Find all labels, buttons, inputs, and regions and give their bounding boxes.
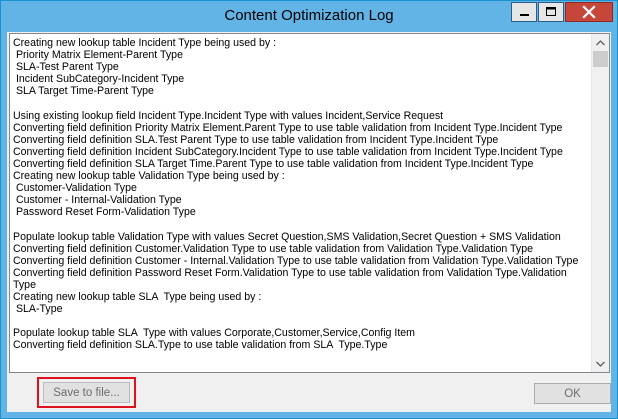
chevron-down-icon xyxy=(596,361,605,367)
log-content: Creating new lookup table Incident Type … xyxy=(13,37,579,352)
chevron-up-icon xyxy=(596,39,605,45)
maximize-button[interactable] xyxy=(538,2,564,22)
dialog-client-area: Creating new lookup table Incident Type … xyxy=(7,32,611,412)
maximize-icon xyxy=(546,7,556,16)
close-button[interactable] xyxy=(565,2,613,22)
scroll-down-button[interactable] xyxy=(592,355,609,372)
scrollbar-thumb[interactable] xyxy=(593,51,608,67)
close-icon xyxy=(582,5,596,19)
vertical-scrollbar[interactable] xyxy=(591,34,609,372)
scroll-up-button[interactable] xyxy=(592,34,609,51)
ok-button[interactable]: OK xyxy=(534,383,611,404)
minimize-icon xyxy=(520,14,529,16)
save-to-file-button[interactable]: Save to file... xyxy=(43,382,130,403)
log-textbox[interactable]: Creating new lookup table Incident Type … xyxy=(9,33,610,373)
content-optimization-log-window: Content Optimization Log Creating new lo… xyxy=(0,0,618,419)
minimize-button[interactable] xyxy=(511,2,537,22)
title-bar[interactable]: Content Optimization Log xyxy=(1,1,617,32)
